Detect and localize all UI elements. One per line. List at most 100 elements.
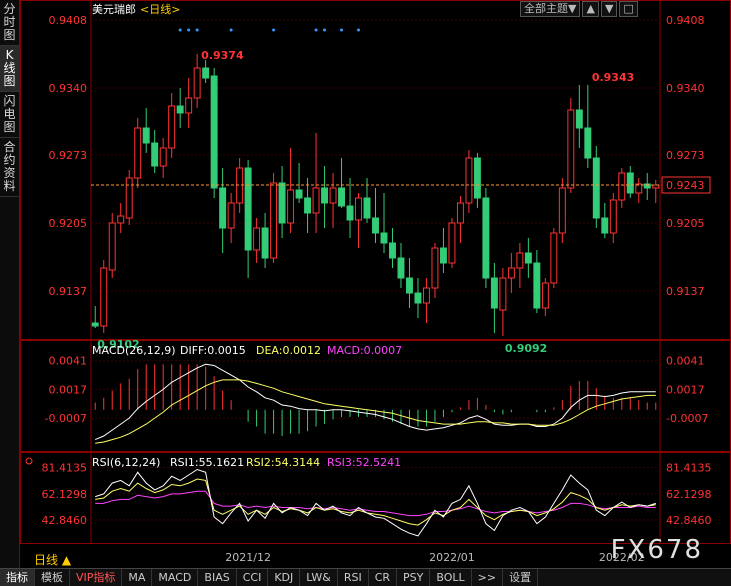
macd-diff-line	[95, 363, 656, 441]
bottom-tab-5[interactable]: BIAS	[198, 569, 237, 586]
xlabel-1: 2022/01	[429, 551, 475, 564]
candle-body-32	[363, 197, 371, 219]
bottom-tab-1[interactable]: 模板	[35, 569, 70, 586]
candle-body-26	[312, 187, 320, 214]
main-ytick-left-2: 0.9273	[49, 149, 88, 162]
xlabel-0: 2021/12	[225, 551, 271, 564]
candle-body-63	[626, 172, 634, 194]
bottom-tab-bar: 指标 模板 VIP指标 MA MACD BIAS CCI KDJ LW& RSI CR PSY BOLL…	[0, 568, 731, 586]
rsi-ytick-right-0: 81.4135	[666, 462, 712, 475]
candle-body-11	[185, 97, 193, 114]
candle-body-29	[338, 187, 346, 207]
candle-body-41	[439, 247, 447, 264]
macd-ytick-left-0: 0.0041	[49, 355, 88, 368]
rsi-ytick-left-1: 62.1298	[42, 488, 88, 501]
signal-dot-0	[178, 28, 182, 32]
bottom-tab-14[interactable]: 设置	[503, 569, 539, 586]
macd-ytick-right-1: 0.0017	[666, 383, 705, 396]
candle-body-4	[125, 177, 133, 219]
bottom-tab-3[interactable]: MA	[122, 569, 153, 586]
annotation-high2: 0.9343	[592, 71, 634, 84]
rsi3-label: RSI3:52.5241	[327, 456, 401, 469]
candle-body-56	[567, 109, 575, 189]
candle-body-57	[575, 109, 583, 129]
candle-body-25	[304, 197, 312, 214]
main-ytick-left-3: 0.9205	[49, 217, 88, 230]
candle-body-34	[380, 232, 388, 244]
rsi-title: RSI(6,12,24)	[92, 456, 160, 469]
annotation-low2: 0.9092	[505, 342, 547, 355]
candle-body-50	[516, 252, 524, 269]
signal-dot-2	[195, 28, 199, 32]
candle-body-9	[168, 105, 176, 149]
main-ytick-right-2: 0.9273	[666, 149, 705, 162]
macd-ytick-left-2: -0.0007	[45, 412, 87, 425]
theme-dropdown[interactable]: 全部主题▼	[520, 1, 581, 17]
bottom-tab-13[interactable]: >>	[472, 569, 504, 586]
candle-body-53	[541, 282, 549, 309]
close-button[interactable]: □	[619, 1, 638, 17]
candle-body-12	[193, 67, 201, 99]
candle-body-2	[108, 222, 116, 271]
candle-body-27	[321, 187, 329, 204]
symbol-title: 美元瑞郎	[92, 2, 136, 16]
candle-body-40	[431, 247, 439, 289]
sidebar-tab-3[interactable]: 合约资料	[0, 138, 19, 197]
annotation-high: 0.9374	[201, 49, 244, 62]
bottom-tab-8[interactable]: LW&	[300, 569, 338, 586]
signal-dot-7	[340, 28, 344, 32]
candle-body-22	[278, 182, 286, 224]
signal-dot-3	[229, 28, 233, 32]
candle-body-55	[558, 187, 566, 234]
scroll-up-button[interactable]: ▲	[582, 1, 599, 17]
bottom-tab-4[interactable]: MACD	[152, 569, 199, 586]
bottom-tab-10[interactable]: CR	[369, 569, 398, 586]
rsi3-line	[95, 490, 656, 517]
candle-body-51	[524, 252, 532, 264]
bottom-tab-11[interactable]: PSY	[397, 569, 431, 586]
candle-body-10	[176, 105, 184, 114]
candle-body-60	[601, 217, 609, 234]
candle-body-44	[465, 157, 473, 204]
candle-body-59	[592, 157, 600, 219]
rsi-ytick-left-0: 81.4135	[42, 462, 88, 475]
sidebar: 分时图 K线图 闪电图 合约资料	[0, 0, 20, 568]
rsi2-line	[95, 478, 656, 526]
signal-dot-4	[272, 28, 276, 32]
sidebar-tab-0[interactable]: 分时图	[0, 0, 19, 46]
period-label[interactable]: 日线 ▲	[34, 551, 71, 568]
signal-dot-8	[357, 28, 361, 32]
sidebar-tab-2[interactable]: 闪电图	[0, 92, 19, 138]
bottom-tab-7[interactable]: KDJ	[268, 569, 301, 586]
bottom-tab-9[interactable]: RSI	[338, 569, 369, 586]
candle-body-1	[100, 267, 108, 327]
candle-body-58	[584, 127, 592, 159]
scroll-down-button[interactable]: ▼	[600, 1, 618, 17]
macd-diff-label: DIFF:0.0015	[180, 344, 246, 357]
sidebar-tab-1[interactable]: K线图	[0, 46, 19, 92]
chart-area[interactable]: 美元瑞郎 <日线> 0.9408 0.9408 0.9340 0.9340 0.9273 0.…	[20, 0, 731, 568]
candle-body-5	[134, 127, 142, 179]
bottom-tab-6[interactable]: CCI	[237, 569, 269, 586]
candle-body-62	[618, 172, 626, 201]
candle-body-36	[397, 257, 405, 279]
macd-dea-label: DEA:0.0012	[256, 344, 321, 357]
candle-body-35	[389, 242, 396, 259]
panel-border-0	[20, 0, 731, 340]
rsi1-line	[95, 468, 656, 537]
current-price-label: 0.9243	[666, 179, 705, 192]
candle-body-3	[117, 215, 125, 224]
main-ytick-right-4: 0.9137	[666, 285, 705, 298]
candle-body-15	[219, 187, 227, 229]
period-title: <日线>	[140, 2, 180, 16]
bottom-tab-12[interactable]: BOLL	[430, 569, 472, 586]
candle-body-20	[261, 227, 269, 259]
bottom-tab-0[interactable]: 指标	[0, 569, 35, 586]
candle-body-0	[91, 322, 99, 327]
bottom-tab-2[interactable]: VIP指标	[70, 569, 123, 586]
main-ytick-left-0: 0.9408	[49, 14, 88, 27]
main-ytick-left-4: 0.9137	[49, 285, 88, 298]
rsi1-label: RSI1:55.1621	[170, 456, 244, 469]
candle-body-49	[507, 267, 515, 279]
watermark: FX678	[610, 535, 703, 565]
